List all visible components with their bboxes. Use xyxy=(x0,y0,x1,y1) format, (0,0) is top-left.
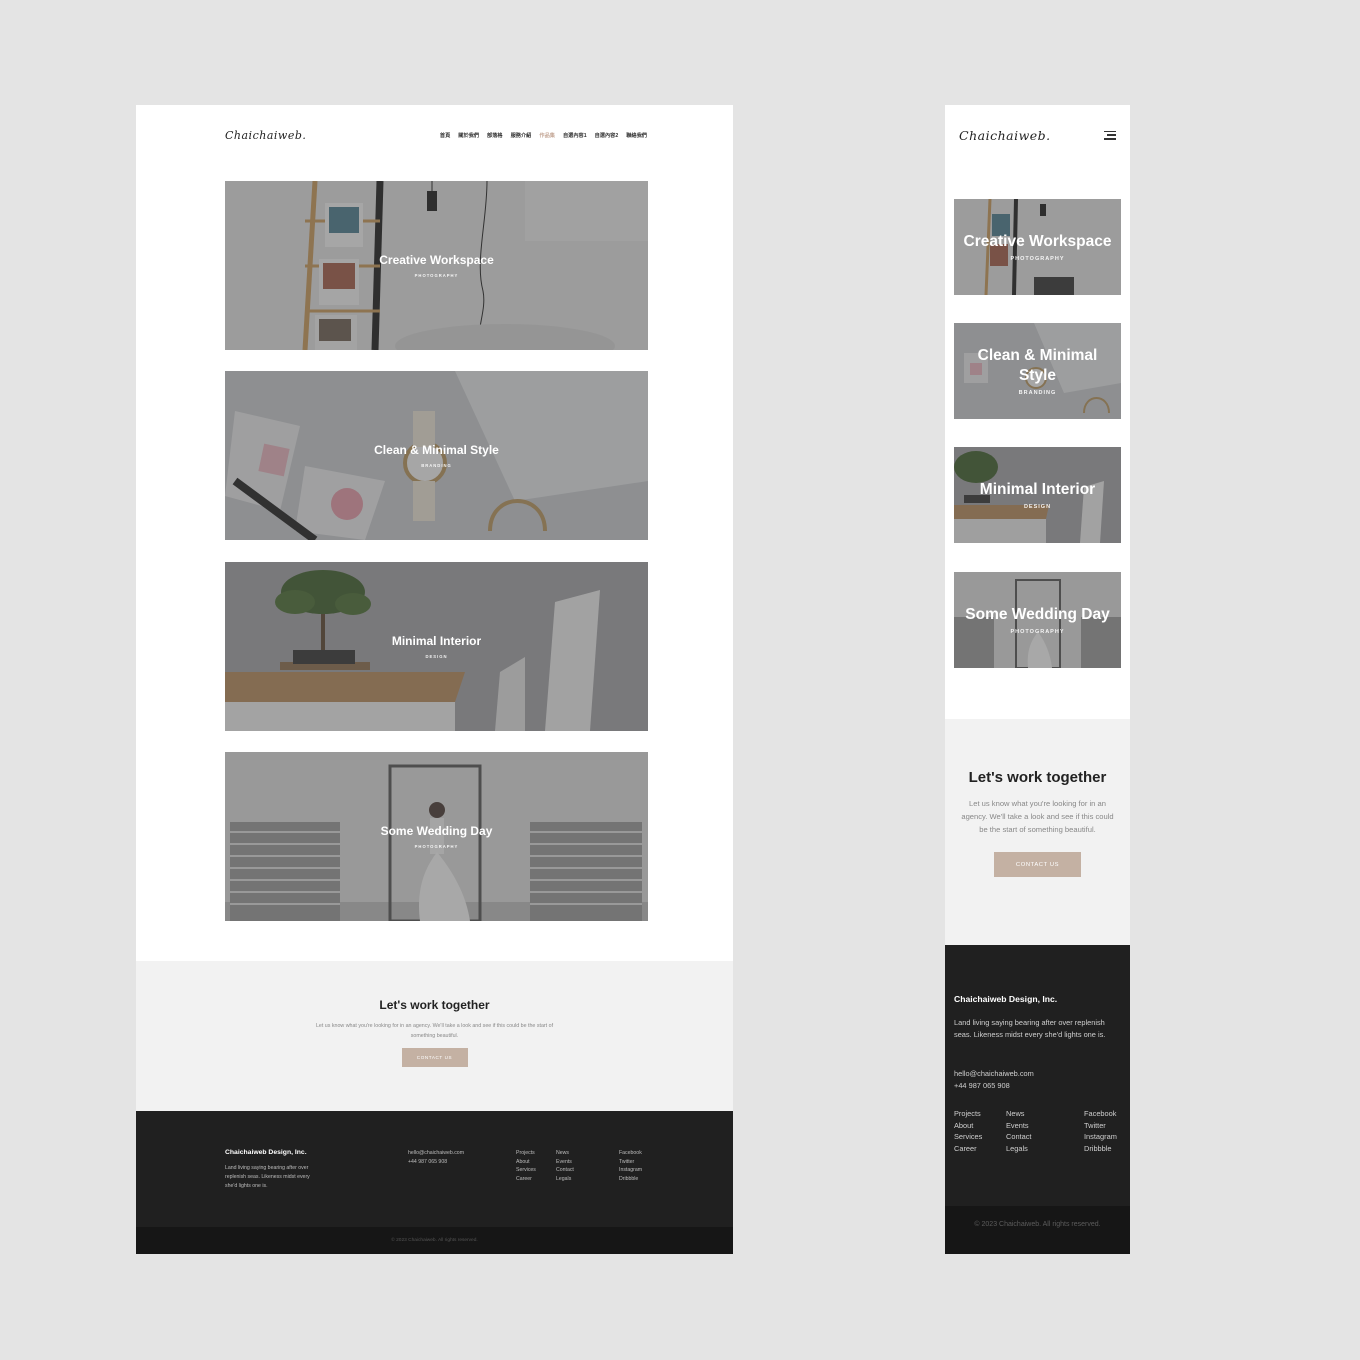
project-card-clean-minimal[interactable]: Clean & Minimal Style BRANDING xyxy=(225,371,648,540)
project-title: Creative Workspace xyxy=(379,253,494,267)
footer-description: Land living saying bearing after over re… xyxy=(225,1165,310,1189)
contact-us-button[interactable]: CONTACT US xyxy=(994,852,1081,877)
footer-link[interactable]: Contact xyxy=(1006,1131,1031,1143)
footer-link[interactable]: Career xyxy=(516,1175,536,1184)
project-card-minimal-interior[interactable]: Minimal Interior DESIGN xyxy=(225,562,648,731)
footer-link[interactable]: Events xyxy=(556,1158,574,1167)
project-card-wedding-day[interactable]: Some Wedding Day PHOTOGRAPHY xyxy=(225,752,648,921)
footer-social-link[interactable]: Dribbble xyxy=(619,1175,642,1184)
project-category: PHOTOGRAPHY xyxy=(414,844,459,849)
footer-social-link[interactable]: Facebook xyxy=(1084,1108,1117,1120)
footer-link[interactable]: About xyxy=(954,1120,982,1132)
footer-social-link[interactable]: Facebook xyxy=(619,1149,642,1158)
project-card-wedding-day[interactable]: Some Wedding Day PHOTOGRAPHY xyxy=(954,572,1121,668)
footer-links-col-1: Projects About Services Career xyxy=(516,1149,536,1183)
footer-phone[interactable]: +44 987 065 908 xyxy=(408,1158,464,1167)
project-category: DESIGN xyxy=(1023,504,1052,510)
project-title: Minimal Interior xyxy=(391,634,482,648)
footer-link[interactable]: Legals xyxy=(1006,1143,1031,1155)
footer-social-col: Facebook Twitter Instagram Dribbble xyxy=(619,1149,642,1183)
nav-item-services[interactable]: 服務介紹 xyxy=(511,132,532,139)
cta-title: Let's work together xyxy=(379,998,490,1012)
footer-link[interactable]: Services xyxy=(516,1166,536,1175)
mobile-header: Chaichaiweb. xyxy=(959,115,1116,155)
project-card-clean-minimal[interactable]: Clean & Minimal Style BRANDING xyxy=(954,323,1121,419)
footer-links-col-2: News Events Contact Legals xyxy=(556,1149,574,1183)
contact-us-button[interactable]: CONTACT US xyxy=(401,1048,468,1067)
nav-item-portfolio[interactable]: 作品集 xyxy=(539,132,555,139)
cta-title: Let's work together xyxy=(968,769,1107,786)
footer-social-link[interactable]: Instagram xyxy=(619,1166,642,1175)
nav-item-about[interactable]: 關於我們 xyxy=(458,132,479,139)
nav-item-contact[interactable]: 聯絡我們 xyxy=(626,132,647,139)
footer-link[interactable]: Contact xyxy=(556,1166,574,1175)
footer-company: Chaichaiweb Design, Inc. xyxy=(225,1149,307,1156)
project-title: Clean & Minimal Style xyxy=(374,443,499,457)
project-card-creative-workspace[interactable]: Creative Workspace PHOTOGRAPHY xyxy=(225,181,648,350)
hamburger-icon[interactable] xyxy=(1104,130,1116,140)
project-category: BRANDING xyxy=(1018,390,1057,396)
nav-item-blog[interactable]: 部落格 xyxy=(487,132,503,139)
footer-link[interactable]: Projects xyxy=(954,1108,982,1120)
project-category: PHOTOGRAPHY xyxy=(1010,256,1065,262)
project-title: Creative Workspace xyxy=(963,233,1112,250)
project-card-minimal-interior[interactable]: Minimal Interior DESIGN xyxy=(954,447,1121,543)
project-category: PHOTOGRAPHY xyxy=(414,273,459,278)
copyright: © 2023 Chaichaiweb. All rights reserved. xyxy=(945,1206,1130,1254)
cta-section: Let's work together Let us know what you… xyxy=(945,719,1130,945)
logo[interactable]: Chaichaiweb. xyxy=(959,128,1051,143)
footer-link[interactable]: News xyxy=(1006,1108,1031,1120)
footer-social-link[interactable]: Twitter xyxy=(1084,1120,1117,1132)
desktop-header: Chaichaiweb. 首頁 關於我們 部落格 服務介紹 作品集 自選內容1 … xyxy=(225,117,647,153)
project-card-creative-workspace[interactable]: Creative Workspace PHOTOGRAPHY xyxy=(954,199,1121,295)
project-category: BRANDING xyxy=(421,463,452,468)
main-nav: 首頁 關於我們 部落格 服務介紹 作品集 自選內容1 自選內容2 聯絡我們 xyxy=(440,132,647,139)
footer-link[interactable]: Services xyxy=(954,1131,982,1143)
nav-item-home[interactable]: 首頁 xyxy=(440,132,450,139)
mobile-view: Chaichaiweb. Creative Workspace PHOTOGRA… xyxy=(945,105,1130,1254)
footer: Chaichaiweb Design, Inc. Land living say… xyxy=(945,945,1130,1206)
footer-links-col-2: News Events Contact Legals xyxy=(1006,1108,1031,1154)
desktop-view: Chaichaiweb. 首頁 關於我們 部落格 服務介紹 作品集 自選內容1 … xyxy=(136,105,733,1254)
project-title: Clean & Minimal Style xyxy=(977,347,1098,384)
footer-contact: hello@chaichaiweb.com +44 987 065 908 xyxy=(408,1149,464,1166)
footer-social-col: Facebook Twitter Instagram Dribbble xyxy=(1084,1108,1117,1154)
footer-phone[interactable]: +44 987 065 908 xyxy=(954,1080,1034,1092)
footer-contact: hello@chaichaiweb.com +44 987 065 908 xyxy=(954,1068,1034,1091)
footer-email[interactable]: hello@chaichaiweb.com xyxy=(408,1149,464,1158)
project-title: Minimal Interior xyxy=(979,481,1096,498)
project-title: Some Wedding Day xyxy=(380,824,493,838)
footer-social-link[interactable]: Twitter xyxy=(619,1158,642,1167)
footer-company: Chaichaiweb Design, Inc. xyxy=(954,994,1058,1004)
footer-link[interactable]: Career xyxy=(954,1143,982,1155)
footer-social-link[interactable]: Instagram xyxy=(1084,1131,1117,1143)
footer-description: Land living saying bearing after over re… xyxy=(954,1018,1106,1039)
cta-section: Let's work together Let us know what you… xyxy=(136,961,733,1111)
project-category: DESIGN xyxy=(425,654,448,659)
footer-link[interactable]: About xyxy=(516,1158,536,1167)
cta-text: Let us know what you're looking for in a… xyxy=(961,799,1114,834)
footer-link[interactable]: Events xyxy=(1006,1120,1031,1132)
footer-link[interactable]: Legals xyxy=(556,1175,574,1184)
footer: Chaichaiweb Design, Inc. Land living say… xyxy=(136,1111,733,1227)
footer-social-link[interactable]: Dribbble xyxy=(1084,1143,1117,1155)
footer-links-col-1: Projects About Services Career xyxy=(954,1108,982,1154)
footer-link[interactable]: Projects xyxy=(516,1149,536,1158)
footer-link[interactable]: News xyxy=(556,1149,574,1158)
project-category: PHOTOGRAPHY xyxy=(1010,629,1065,635)
footer-email[interactable]: hello@chaichaiweb.com xyxy=(954,1068,1034,1080)
logo[interactable]: Chaichaiweb. xyxy=(225,129,306,142)
nav-item-custom-2[interactable]: 自選內容2 xyxy=(595,132,619,139)
copyright: © 2023 Chaichaiweb. All rights reserved. xyxy=(136,1227,733,1254)
cta-text: Let us know what you're looking for in a… xyxy=(315,1023,554,1039)
nav-item-custom-1[interactable]: 自選內容1 xyxy=(563,132,587,139)
project-title: Some Wedding Day xyxy=(965,606,1110,623)
